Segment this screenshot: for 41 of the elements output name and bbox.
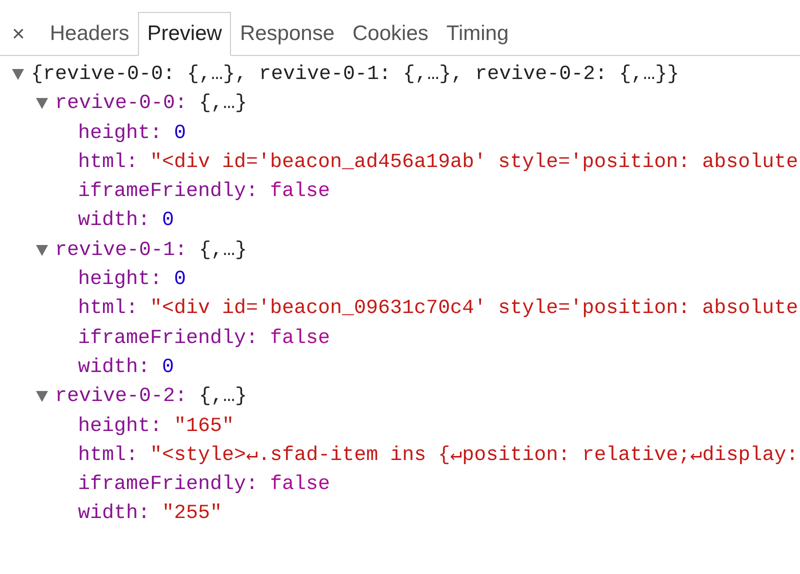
object-summary: {,…}	[199, 91, 248, 118]
property-value: 0	[162, 208, 174, 234]
property-key: iframeFriendly:	[78, 470, 258, 500]
property-value: 0	[174, 120, 186, 147]
expanded-arrow-icon[interactable]	[36, 391, 48, 402]
expanded-arrow-icon[interactable]	[12, 69, 24, 80]
object-summary: {revive-0-0: {,…}, revive-0-1: {,…}, revive-0-2: {,…}}	[31, 62, 680, 88]
tab[interactable]: Cookies	[344, 12, 438, 55]
property-key: height:	[78, 265, 162, 294]
property-key: html:	[78, 440, 138, 470]
property-key: width:	[78, 499, 150, 529]
property-key: html:	[78, 294, 138, 324]
expanded-arrow-icon[interactable]	[36, 98, 48, 110]
property-key: height:	[78, 412, 162, 441]
property-value: "165"	[174, 414, 234, 440]
close-button[interactable]: ×	[6, 12, 31, 55]
property-value: "<div id='beacon_ad456a19ab' style='position: absolute	[150, 150, 798, 176]
tab[interactable]: Response	[230, 12, 344, 55]
property-key: revive-0-2:	[55, 382, 188, 412]
property-key: iframeFriendly:	[78, 177, 258, 206]
property-value: 0	[174, 267, 186, 294]
object-summary: {,…}	[199, 384, 248, 410]
property-key: width:	[78, 352, 150, 382]
property-value: "<style>↵.sfad-item ins {↵position: relative;↵display:	[150, 442, 798, 469]
tab[interactable]: Timing	[437, 12, 518, 55]
object-summary: {,…}	[199, 238, 248, 264]
property-value: "<div id='beacon_09631c70c4' style='position: absolute	[150, 296, 798, 322]
property-key: revive-0-0:	[55, 89, 188, 119]
property-value: false	[270, 472, 330, 498]
property-value: "255"	[162, 501, 222, 528]
expanded-arrow-icon[interactable]	[36, 244, 48, 256]
tab[interactable]: Preview	[138, 12, 231, 56]
tab[interactable]: Headers	[40, 12, 138, 55]
property-key: width:	[78, 206, 150, 236]
property-key: height:	[78, 118, 162, 148]
property-value: 0	[162, 354, 174, 381]
property-key: iframeFriendly:	[78, 324, 258, 353]
property-key: html:	[78, 148, 138, 178]
property-value: false	[270, 179, 330, 206]
property-value: false	[270, 326, 330, 352]
property-key: revive-0-1:	[55, 236, 188, 266]
